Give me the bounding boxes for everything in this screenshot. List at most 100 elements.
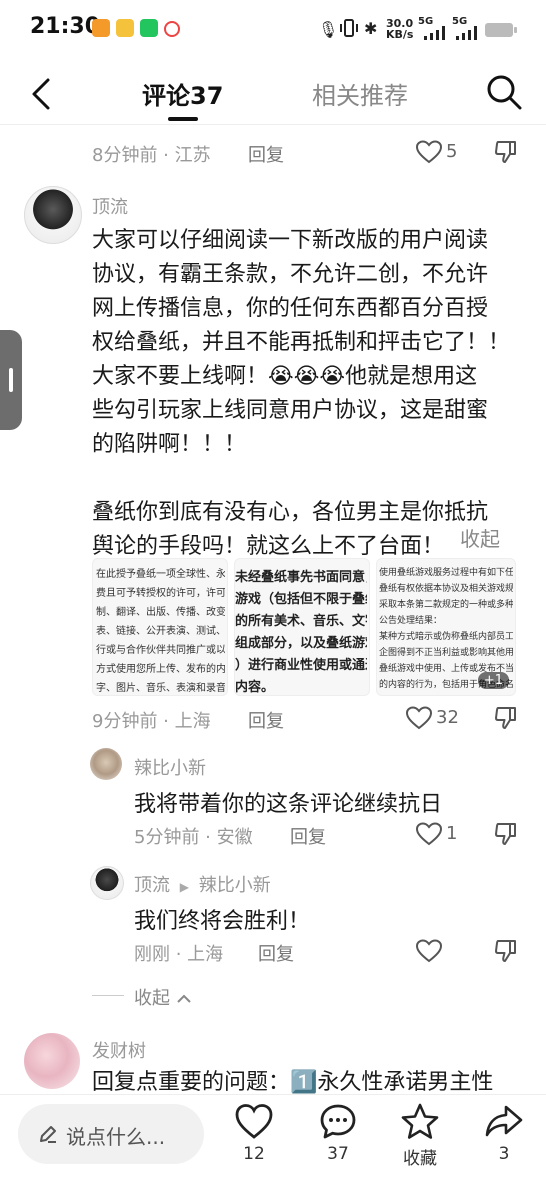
like-heart-icon[interactable] — [234, 1102, 274, 1142]
image-text-line: 游戏（包括但不限于叠纸游 — [235, 592, 367, 607]
collapse-replies-button[interactable]: 收起 — [134, 984, 192, 1010]
image-text: 未经叠纸事先书面同意，您 游戏（包括但不限于叠纸游 的所有美术、音乐、文字作 组… — [235, 567, 367, 695]
collapse-line — [92, 995, 124, 996]
chevron-up-icon — [176, 988, 192, 1009]
comment-username[interactable]: 发财树 — [92, 1037, 146, 1063]
share-count: 3 — [498, 1144, 510, 1164]
image-text-line: 某种方式暗示或伪称叠纸内部员工或某 — [379, 632, 513, 642]
avatar[interactable] — [90, 748, 122, 780]
bluetooth-icon: ✱ — [364, 19, 378, 38]
image-text-line: 公告处理结果： — [379, 616, 443, 626]
reply-text: 我们终将会胜利！ — [134, 909, 311, 934]
reply-author[interactable]: 顶流 — [134, 875, 170, 896]
reply-to-arrow-icon: ▶ — [179, 880, 189, 894]
comment-meta: 8分钟前 · 江苏 — [92, 145, 211, 166]
image-text-line: ）进行商业性使用或通过 — [235, 658, 367, 673]
status-bar: 21:30 🎙 ✱ 30.0 KB/s 5G 5G — [0, 0, 546, 60]
dislike-icon[interactable] — [494, 706, 518, 730]
battery-icon — [484, 22, 518, 42]
app-notification-icon — [116, 19, 134, 37]
dislike-icon[interactable] — [494, 939, 518, 963]
comment-meta: 9分钟前 · 上海 — [92, 711, 211, 732]
image-text-line: 叠纸有权依据本协议及相关游戏规则 — [379, 584, 513, 594]
avatar[interactable] — [24, 1033, 80, 1089]
comment-line: 协议，有霸王条款，不允许二创，不允许 — [92, 262, 489, 287]
image-text-line: 内容。 — [235, 680, 275, 695]
image-text-line: 企图得到不正当利益或影响其他用户 — [379, 648, 513, 658]
net-speed-unit: KB/s — [386, 28, 414, 41]
image-text-line: 在此授予叠纸一项全球性、永久的、 — [96, 569, 225, 580]
dislike-icon[interactable] — [494, 140, 518, 164]
pencil-icon — [38, 1124, 58, 1144]
image-text-line: 组成部分，以及叠纸游戏 — [235, 636, 367, 651]
reply-button[interactable]: 回复 — [258, 940, 294, 966]
like-heart-icon[interactable] — [416, 140, 442, 164]
image-text-line: 费且可予转授权的许可，许可叠纸使 — [96, 588, 225, 599]
avatar[interactable] — [90, 866, 124, 900]
active-tab-indicator — [168, 117, 198, 121]
image-text-line: 的所有美术、音乐、文字作 — [235, 614, 367, 629]
image-text-line: 采取本条第二款规定的一种或多种处 — [379, 600, 513, 610]
comment-line: 网上传播信息，你的任何东西都百分百授 — [92, 296, 489, 321]
signal-1-icon — [424, 26, 448, 44]
comment-line: 的陷阱啊！！！ — [92, 432, 247, 457]
like-count: 32 — [436, 707, 459, 728]
reply-button[interactable]: 回复 — [290, 823, 326, 849]
comment-line: 些勾引玩家上线同意用户协议，这是甜蜜 — [92, 398, 489, 423]
comment-line — [92, 462, 532, 496]
mic-icon: 🎙 — [318, 20, 339, 39]
comment-body: 大家可以仔细阅读一下新改版的用户阅读 协议，有霸王条款，不允许二创，不允许 网上… — [92, 224, 532, 564]
reply-meta: 5分钟前 · 安徽 — [134, 827, 253, 848]
reply-username: 顶流 ▶ 辣比小新 — [134, 871, 271, 897]
avatar[interactable] — [24, 186, 82, 244]
share-icon[interactable] — [484, 1102, 524, 1142]
image-text: 在此授予叠纸一项全球性、永久的、 费且可予转授权的许可，许可叠纸使 制、翻译、出… — [96, 565, 225, 695]
comment-image[interactable]: 在此授予叠纸一项全球性、永久的、 费且可予转授权的许可，许可叠纸使 制、翻译、出… — [92, 558, 228, 696]
collapse-text-button[interactable]: 收起 — [460, 523, 500, 552]
app-notification-icon — [92, 19, 110, 37]
comment-image[interactable]: 使用叠纸游戏服务过程中有如下任何行 叠纸有权依据本协议及相关游戏规则 采取本条第… — [376, 558, 516, 696]
comment-username[interactable]: 顶流 — [92, 193, 128, 219]
reply-target[interactable]: 辣比小新 — [199, 875, 271, 896]
comment-icon[interactable] — [318, 1102, 358, 1142]
side-drawer-handle[interactable] — [0, 330, 22, 430]
wechat-icon — [140, 19, 158, 37]
collect-label: 收藏 — [403, 1149, 437, 1169]
tab-related[interactable]: 相关推荐 — [312, 76, 408, 111]
browser-icon — [164, 21, 180, 37]
collapse-label: 收起 — [134, 988, 170, 1009]
image-text-line: 使用叠纸游戏服务过程中有如下任何行 — [379, 568, 513, 578]
vibrate-icon — [340, 18, 358, 42]
comment-line: 大家不要上线啊！😭😭😭他就是想用这 — [92, 364, 478, 389]
comment-input-placeholder: 说点什么... — [66, 1125, 166, 1149]
search-icon[interactable] — [484, 72, 524, 112]
comments-header — [0, 60, 546, 124]
reply-text: 我将带着你的这条评论继续抗日 — [134, 792, 443, 817]
image-text-line: 制、翻译、出版、传播、改变、发布 — [96, 607, 225, 618]
comment-image[interactable]: 未经叠纸事先书面同意，您 游戏（包括但不限于叠纸游 的所有美术、音乐、文字作 组… — [234, 558, 370, 696]
reply-button[interactable]: 回复 — [248, 141, 284, 167]
image-text-line: 字、图片、音乐、表演和录音录像制 — [96, 683, 225, 694]
image-text-line: 行或与合作伙伴共同推广或以其他适 — [96, 645, 225, 656]
reply-meta: 刚刚 · 上海 — [134, 944, 224, 965]
like-heart-icon[interactable] — [416, 822, 442, 846]
comment-input[interactable]: 说点什么... — [18, 1104, 204, 1164]
image-text-line: 方式使用您所上传、发布的内容（包 — [96, 664, 225, 675]
like-heart-icon[interactable] — [416, 939, 442, 963]
image-text-line: 表、链接、公开表演、测试、公开传 — [96, 626, 225, 637]
like-count: 5 — [446, 141, 458, 162]
tab-comments[interactable]: 评论37 — [142, 76, 223, 111]
comment-line: 权给叠纸，并且不能再抵制和抨击它了！！ — [92, 330, 511, 355]
reply-button[interactable]: 回复 — [248, 707, 284, 733]
like-count: 1 — [446, 823, 458, 844]
like-heart-icon[interactable] — [406, 706, 432, 730]
back-arrow-icon[interactable] — [28, 76, 56, 112]
star-icon[interactable] — [400, 1102, 440, 1142]
comment-line: 大家可以仔细阅读一下新改版的用户阅读 — [92, 228, 489, 253]
comment-count: 37 — [327, 1144, 349, 1164]
divider — [0, 124, 546, 125]
reply-username[interactable]: 辣比小新 — [134, 754, 206, 780]
dislike-icon[interactable] — [494, 822, 518, 846]
net-speed: 30.0 KB/s — [386, 18, 413, 40]
more-images-badge: +1 — [477, 672, 509, 689]
